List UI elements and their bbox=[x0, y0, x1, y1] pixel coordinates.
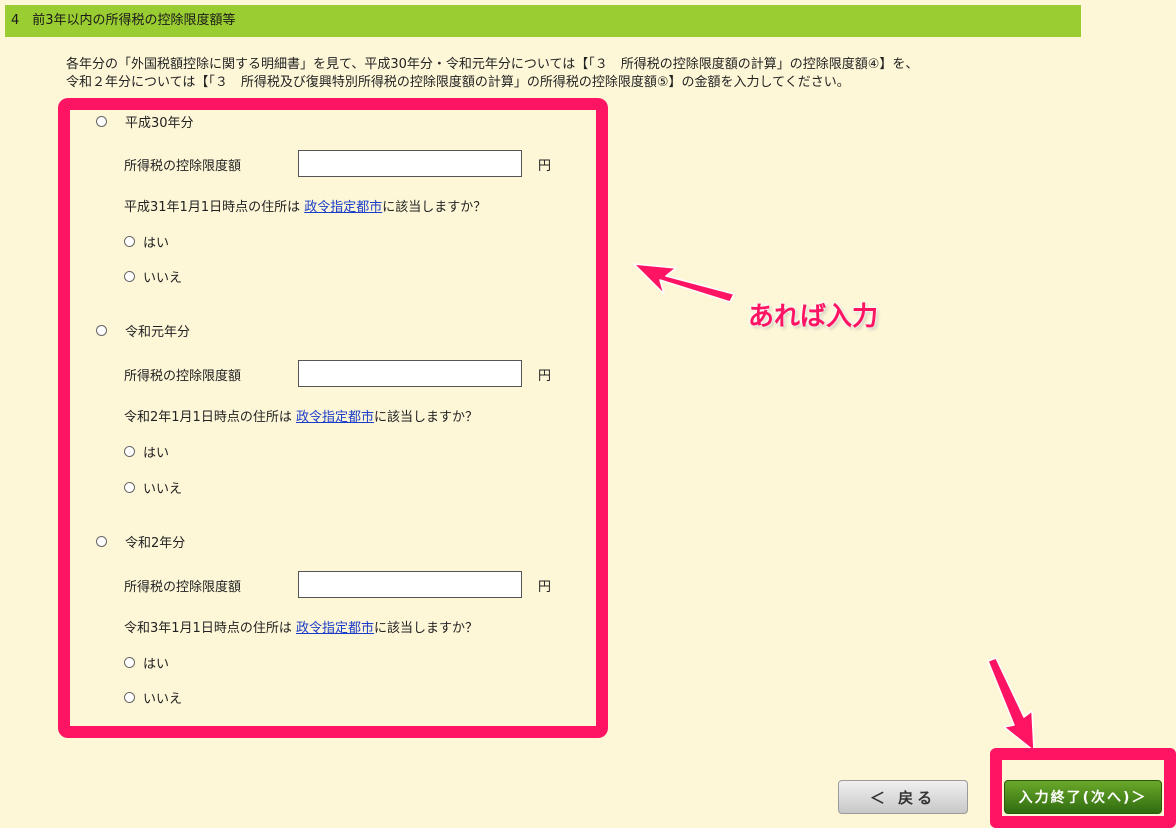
section-header: 4 前3年以内の所得税の控除限度額等 bbox=[5, 5, 1081, 37]
choice-yes-h30[interactable]: はい bbox=[124, 232, 169, 251]
question-prefix: 令和2年1月1日時点の住所は bbox=[124, 410, 296, 425]
question-suffix: に該当しますか？ bbox=[373, 621, 478, 636]
designated-city-question-r2: 令和3年1月1日時点の住所は 政令指定都市に該当しますか？ bbox=[124, 617, 478, 636]
designated-city-question-r1: 令和2年1月1日時点の住所は 政令指定都市に該当しますか？ bbox=[124, 406, 478, 425]
radio-yes[interactable] bbox=[124, 236, 135, 247]
page: 4 前3年以内の所得税の控除限度額等 各年分の「外国税額控除に関する明細書」を見… bbox=[0, 0, 1176, 828]
designated-city-link[interactable]: 政令指定都市 bbox=[296, 621, 374, 636]
question-prefix: 令和3年1月1日時点の住所は bbox=[124, 621, 296, 636]
amount-label: 所得税の控除限度額 bbox=[124, 580, 242, 595]
choice-yes-label: はい bbox=[143, 446, 170, 461]
annotation-arrow-icon bbox=[633, 263, 735, 303]
amount-label: 所得税の控除限度額 bbox=[124, 159, 242, 174]
year-radio-h30[interactable] bbox=[96, 116, 107, 127]
designated-city-link[interactable]: 政令指定都市 bbox=[304, 200, 382, 215]
choice-yes-label: はい bbox=[143, 236, 170, 251]
question-prefix: 平成31年1月1日時点の住所は bbox=[124, 200, 305, 215]
designated-city-link[interactable]: 政令指定都市 bbox=[296, 410, 374, 425]
next-arrow-icon bbox=[987, 657, 1035, 752]
annotation-callout: あれば入力 bbox=[748, 302, 879, 332]
year-title-r1[interactable]: 令和元年分 bbox=[96, 321, 190, 340]
yen-unit: 円 bbox=[538, 159, 552, 174]
choice-yes-r1[interactable]: はい bbox=[124, 442, 169, 461]
year-radio-r2[interactable] bbox=[96, 536, 107, 547]
year-title-label: 平成30年分 bbox=[125, 116, 194, 131]
amount-input-r1[interactable] bbox=[298, 360, 522, 387]
radio-no[interactable] bbox=[124, 271, 135, 282]
instructions-line-2: 令和２年分については【「３ 所得税及び復興特別所得税の控除限度額の計算」の所得税… bbox=[66, 75, 850, 90]
amount-input-h30[interactable] bbox=[298, 150, 522, 177]
choice-no-r2[interactable]: いいえ bbox=[124, 688, 182, 707]
back-button[interactable]: ＜ 戻る bbox=[838, 780, 968, 814]
amount-input-r2[interactable] bbox=[298, 571, 522, 598]
year-title-label: 令和2年分 bbox=[125, 536, 186, 551]
yen-unit: 円 bbox=[538, 369, 552, 384]
amount-label: 所得税の控除限度額 bbox=[124, 369, 242, 384]
radio-no[interactable] bbox=[124, 692, 135, 703]
choice-no-label: いいえ bbox=[143, 482, 183, 497]
instructions: 各年分の「外国税額控除に関する明細書」を見て、平成30年分・令和元年分については… bbox=[66, 56, 1066, 92]
choice-no-label: いいえ bbox=[143, 692, 183, 707]
year-title-label: 令和元年分 bbox=[125, 325, 191, 340]
radio-yes[interactable] bbox=[124, 657, 135, 668]
choice-no-label: いいえ bbox=[143, 271, 183, 286]
year-title-r2[interactable]: 令和2年分 bbox=[96, 532, 185, 551]
year-radio-r1[interactable] bbox=[96, 325, 107, 336]
question-suffix: に該当しますか？ bbox=[382, 200, 487, 215]
choice-no-r1[interactable]: いいえ bbox=[124, 478, 182, 497]
radio-yes[interactable] bbox=[124, 446, 135, 457]
instructions-line-1: 各年分の「外国税額控除に関する明細書」を見て、平成30年分・令和元年分については… bbox=[66, 57, 919, 72]
question-suffix: に該当しますか？ bbox=[373, 410, 478, 425]
choice-no-h30[interactable]: いいえ bbox=[124, 267, 182, 286]
radio-no[interactable] bbox=[124, 482, 135, 493]
designated-city-question-h30: 平成31年1月1日時点の住所は 政令指定都市に該当しますか？ bbox=[124, 196, 486, 215]
year-title-h30[interactable]: 平成30年分 bbox=[96, 112, 194, 131]
choice-yes-r2[interactable]: はい bbox=[124, 653, 169, 672]
next-button[interactable]: 入力終了(次へ)＞ bbox=[1004, 780, 1162, 814]
choice-yes-label: はい bbox=[143, 657, 170, 672]
yen-unit: 円 bbox=[538, 580, 552, 595]
